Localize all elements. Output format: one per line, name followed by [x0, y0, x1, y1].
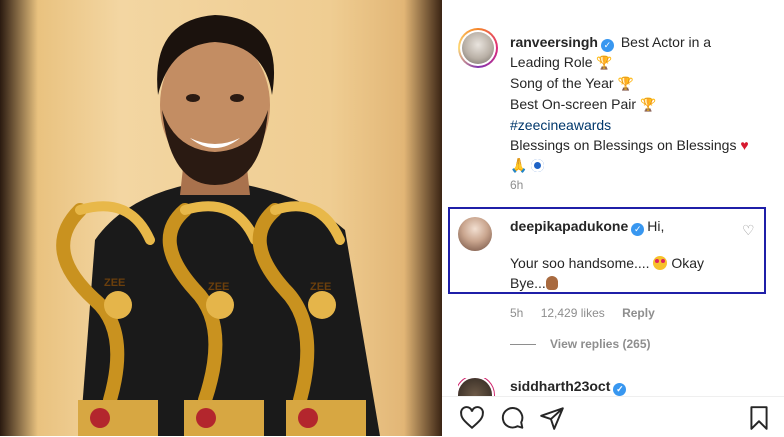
post-timestamp[interactable]: 6h: [510, 178, 523, 192]
comment-body-bye: Bye...: [510, 275, 546, 291]
caption-line-3: Song of the Year: [510, 75, 614, 91]
action-bar: [442, 396, 784, 437]
comment-body-end: Okay: [671, 255, 705, 271]
caption-line-6: Blessings on Blessings on Blessings: [510, 137, 737, 153]
trophy-brand-label-1: ZEE: [104, 277, 125, 289]
replies-divider: [510, 344, 536, 346]
view-replies-label: View replies (265): [550, 337, 651, 351]
comment-meta: 5h 12,429 likes Reply: [510, 306, 669, 320]
reply-button[interactable]: Reply: [622, 306, 655, 320]
trophy-brand-label-2: ZEE: [208, 281, 229, 293]
post-caption: ranveersingh ✓ Best Actor in a Leading Ro…: [510, 32, 780, 175]
comment-body: Your soo handsome.... Okay Bye...: [510, 253, 750, 293]
highlighted-comment: deepikapadukone ✓ Hi, Your soo handsome...…: [448, 207, 766, 294]
trophy-icon: 🏆: [596, 55, 613, 70]
instagram-post-view: ZEE ZEE ZEE ranveersingh ✓ Best Actor in …: [0, 0, 784, 437]
post-photo[interactable]: ZEE ZEE ZEE: [0, 0, 442, 436]
next-commenter-username[interactable]: siddharth23oct ✓: [510, 378, 629, 396]
like-icon[interactable]: [458, 405, 486, 431]
caption-line-2: Leading Role: [510, 54, 593, 70]
star-struck-emoji-icon: [653, 256, 668, 270]
trophy-icon: 🏆: [617, 76, 634, 91]
bookmark-icon[interactable]: [746, 405, 772, 431]
verified-badge-icon: ✓: [600, 39, 614, 52]
nazar-icon: [531, 159, 545, 172]
post-sidebar: ranveersingh ✓ Best Actor in a Leading Ro…: [442, 0, 784, 437]
comment-time[interactable]: 5h: [510, 306, 523, 320]
comment-body-text: Your soo handsome....: [510, 255, 650, 271]
photo-illustration: ZEE ZEE ZEE: [56, 15, 380, 436]
waving-hand-icon: [545, 276, 558, 290]
caption-line-1: Best Actor in a: [620, 34, 712, 50]
view-replies-button[interactable]: View replies (265): [510, 337, 651, 351]
next-comment: siddharth23oct ✓: [458, 378, 758, 396]
author-username[interactable]: ranveersingh: [510, 34, 598, 50]
hashtag-link[interactable]: #zeecineawards: [510, 117, 611, 133]
commenter-avatar[interactable]: [458, 217, 492, 251]
trophy-brand-label-3: ZEE: [310, 281, 331, 293]
comment-icon[interactable]: [498, 405, 526, 431]
commenter-username[interactable]: deepikapadukone: [510, 218, 628, 234]
verified-badge-icon: ✓: [631, 223, 645, 236]
author-avatar[interactable]: [458, 28, 498, 68]
comment-first-line: deepikapadukone ✓ Hi,: [510, 216, 740, 236]
red-heart-icon: ♥: [740, 137, 749, 153]
next-commenter-avatar[interactable]: [458, 378, 492, 396]
verified-badge-icon: ✓: [613, 383, 627, 396]
folded-hands-icon: 🙏: [510, 157, 528, 173]
comment-likes[interactable]: 12,429 likes: [541, 306, 605, 320]
trophy-icon: 🏆: [639, 97, 657, 112]
comment-greeting: Hi,: [647, 218, 665, 234]
caption-line-4: Best On-screen Pair: [510, 96, 637, 112]
share-icon[interactable]: [538, 405, 566, 431]
heart-outline-icon[interactable]: ♡: [742, 223, 756, 237]
